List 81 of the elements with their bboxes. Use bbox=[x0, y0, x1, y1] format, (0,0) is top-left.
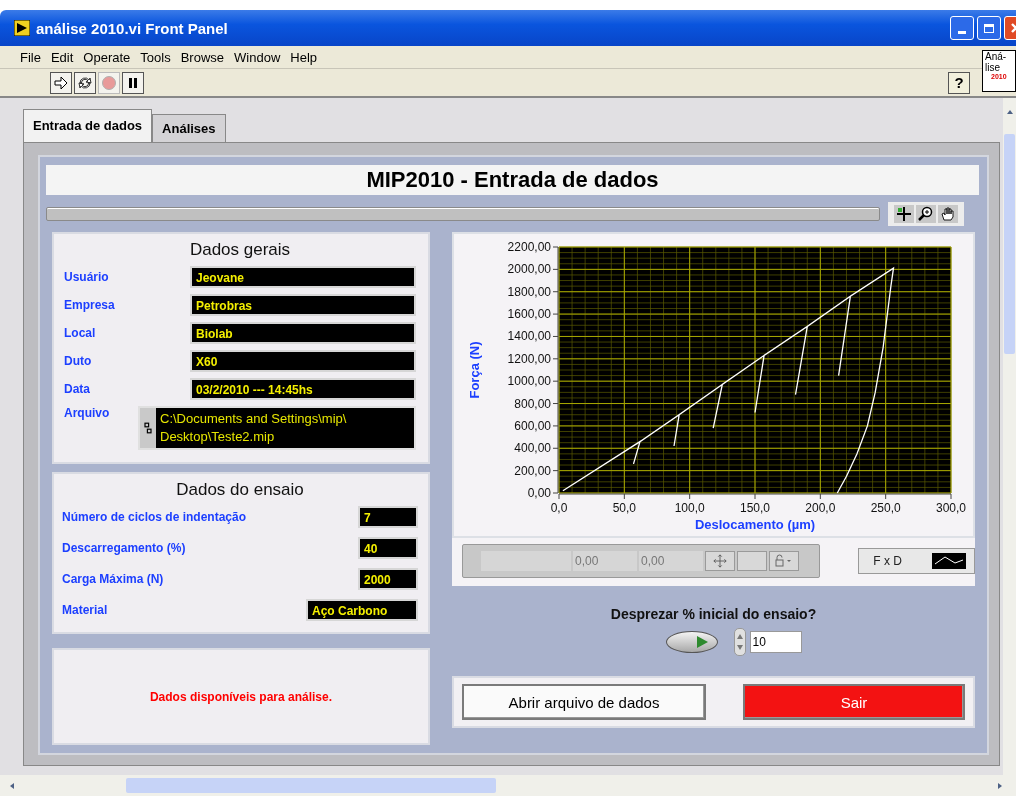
action-button[interactable]: Sair bbox=[743, 684, 965, 720]
axis-tick-label: 0,00 bbox=[527, 486, 551, 500]
axis-tick-label: 400,00 bbox=[513, 441, 551, 456]
section-title: Dados do ensaio bbox=[175, 480, 305, 500]
arrow-icon bbox=[53, 74, 69, 91]
axis-tick-label: 1800,00 bbox=[507, 284, 551, 299]
field-label: Duto bbox=[64, 354, 92, 368]
text-field[interactable]: Aço Carbono bbox=[306, 599, 418, 621]
hand-icon[interactable] bbox=[938, 205, 958, 223]
axis-title: Força (N) bbox=[466, 341, 482, 399]
horizontal-scrollbar[interactable] bbox=[0, 775, 1016, 796]
text-field[interactable]: 2000 bbox=[358, 568, 418, 590]
question-label: Desprezar % inicial do ensaio? bbox=[609, 606, 818, 622]
status-message: Dados disponíveis para análise. bbox=[149, 689, 333, 704]
numeric-field[interactable]: 10 bbox=[749, 631, 802, 653]
increment-decrement-icon[interactable] bbox=[733, 628, 746, 656]
toggle-button[interactable] bbox=[665, 631, 718, 653]
scroll-right-icon[interactable] bbox=[996, 781, 1004, 790]
axis-tick-label: 1600,00 bbox=[507, 307, 551, 322]
field-label: Empresa bbox=[64, 298, 115, 312]
field-label: Usuário bbox=[64, 270, 109, 284]
axis-tick-label: 100,0 bbox=[674, 501, 705, 515]
axis-tick-label: 1200,00 bbox=[507, 351, 551, 366]
maximize-button[interactable] bbox=[977, 16, 1001, 40]
run-continuously-button[interactable] bbox=[74, 71, 96, 94]
vi-icon bbox=[14, 20, 30, 36]
menu-item[interactable]: Window bbox=[234, 49, 281, 65]
help-button[interactable]: ? bbox=[948, 71, 970, 94]
zoom-icon[interactable] bbox=[916, 205, 936, 223]
axis-tick-label: 2200,00 bbox=[507, 240, 551, 254]
minimize-button[interactable] bbox=[950, 16, 974, 40]
text-field[interactable]: Jeovane bbox=[190, 266, 416, 288]
axis-title: Deslocamento (µm) bbox=[694, 517, 815, 532]
field-label: Arquivo bbox=[64, 406, 110, 420]
text-field[interactable]: Biolab bbox=[190, 322, 416, 344]
text-field[interactable]: 03/2/2010 --- 14:45hs bbox=[190, 378, 416, 400]
text-field[interactable]: X60 bbox=[190, 350, 416, 372]
panel-header: MIP2010 - Entrada de dados bbox=[46, 165, 979, 195]
axis-tick-label: 2000,00 bbox=[507, 262, 551, 277]
field-label: Local bbox=[64, 326, 96, 340]
menu-item[interactable]: Tools bbox=[140, 49, 171, 65]
menu-item[interactable]: Help bbox=[290, 49, 318, 65]
axis-tick-label: 0,0 bbox=[550, 501, 567, 515]
scroll-left-icon[interactable] bbox=[8, 781, 16, 790]
menu-item[interactable]: Edit bbox=[50, 49, 74, 65]
plot-legend[interactable]: F x D bbox=[858, 548, 975, 574]
menu-item[interactable]: Operate bbox=[83, 49, 131, 65]
tab[interactable]: Análises bbox=[152, 114, 226, 142]
text-field[interactable]: Petrobras bbox=[190, 294, 416, 316]
cycle-arrows-icon bbox=[77, 74, 93, 91]
run-button[interactable] bbox=[50, 71, 72, 94]
axis-tick-label: 800,00 bbox=[513, 396, 551, 411]
axis-tick-label: 200,0 bbox=[804, 501, 835, 515]
action-button[interactable]: Abrir arquivo de dados bbox=[462, 684, 706, 720]
play-icon bbox=[694, 635, 709, 649]
field-label: Data bbox=[64, 382, 90, 396]
axis-tick-label: 200,00 bbox=[513, 463, 551, 478]
axis-tick-label: 300,0 bbox=[935, 501, 966, 515]
section-title: Dados gerais bbox=[188, 240, 292, 260]
menu-item[interactable]: File bbox=[20, 49, 41, 65]
field-label: Material bbox=[62, 603, 108, 617]
pause-button[interactable] bbox=[122, 71, 144, 94]
tab[interactable]: Entrada de dados bbox=[23, 109, 153, 142]
vertical-scrollbar[interactable] bbox=[1003, 98, 1016, 775]
crosshair-icon[interactable] bbox=[894, 205, 914, 223]
axis-tick-label: 600,00 bbox=[513, 418, 551, 433]
legend-label: F x D bbox=[873, 554, 902, 568]
field-label: Carga Máxima (N) bbox=[62, 572, 164, 586]
scroll-up-icon[interactable] bbox=[1005, 108, 1014, 116]
axis-tick-label: 150,0 bbox=[739, 501, 770, 515]
axis-tick-label: 50,0 bbox=[612, 501, 636, 515]
field-label: Número de ciclos de indentação bbox=[62, 510, 247, 524]
window-title: análise 2010.vi Front Panel bbox=[36, 19, 228, 37]
text-field[interactable]: 40 bbox=[358, 537, 418, 559]
axis-tick-label: 250,0 bbox=[870, 501, 901, 515]
axis-tick-label: 1000,00 bbox=[507, 374, 551, 389]
menu-item[interactable]: Browse bbox=[180, 49, 225, 65]
axis-tick-label: 1400,00 bbox=[507, 329, 551, 344]
field-label: Descarregamento (%) bbox=[62, 541, 186, 555]
line-style-icon bbox=[932, 553, 966, 569]
text-field[interactable]: 7 bbox=[358, 506, 418, 528]
